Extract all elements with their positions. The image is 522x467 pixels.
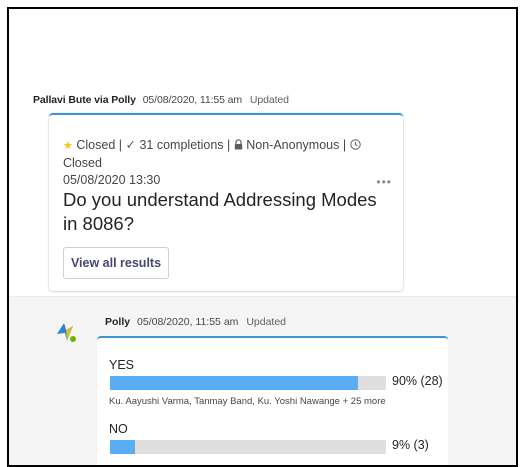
option-label-no: NO (109, 422, 128, 436)
bot-message-header: Polly 05/08/2020, 11:55 am Updated (105, 316, 286, 328)
presence-available-icon (68, 334, 78, 344)
anonymity-label: Non-Anonymous (246, 138, 340, 152)
option-label-yes: YES (109, 358, 135, 372)
view-all-results-button[interactable]: View all results (63, 247, 169, 279)
message-timestamp: 05/08/2020, 11:55 am (142, 94, 243, 106)
poll-card: ★ Closed | ✓ 31 completions | Non-Anonym… (49, 113, 403, 291)
closed-date: 05/08/2020 13:30 (63, 173, 161, 187)
results-card: YES 90% (28) Ku. Aayushi Varma, Tanmay B… (97, 336, 448, 465)
poll-question: Do you understand Addressing Modes in 80… (63, 189, 377, 234)
star-icon: ★ (63, 140, 73, 152)
chat-window: Pallavi Bute via Polly 05/08/2020, 11:55… (7, 7, 518, 467)
avatar[interactable] (54, 321, 80, 347)
voters-list-yes[interactable]: Ku. Aayushi Varma, Tanmay Band, Ku. Yosh… (109, 396, 386, 407)
poll-state: Closed (76, 138, 116, 152)
completions-count: 31 completions (139, 138, 224, 152)
lock-icon (234, 138, 246, 152)
result-bar-no (110, 440, 386, 454)
result-percent-yes: 90% (28) (392, 374, 443, 388)
message-timestamp: 05/08/2020, 11:55 am (137, 316, 239, 328)
result-bar-fill-no (110, 440, 135, 454)
sender-name[interactable]: Polly (105, 316, 130, 328)
clock-icon (349, 138, 361, 152)
updated-label: Updated (246, 316, 287, 328)
result-bar-yes (110, 376, 386, 390)
poll-status-line: ★ Closed | ✓ 31 completions | Non-Anonym… (63, 137, 383, 189)
more-options-icon[interactable]: ••• (376, 175, 392, 189)
result-bar-fill-yes (110, 376, 359, 390)
closed-label: Closed (63, 156, 102, 170)
sender-name[interactable]: Pallavi Bute via Polly (33, 94, 136, 106)
checkmark-icon: ✓ (125, 138, 136, 152)
result-percent-no: 9% (3) (392, 438, 429, 452)
updated-label: Updated (249, 94, 289, 106)
message-header: Pallavi Bute via Polly 05/08/2020, 11:55… (33, 94, 289, 106)
